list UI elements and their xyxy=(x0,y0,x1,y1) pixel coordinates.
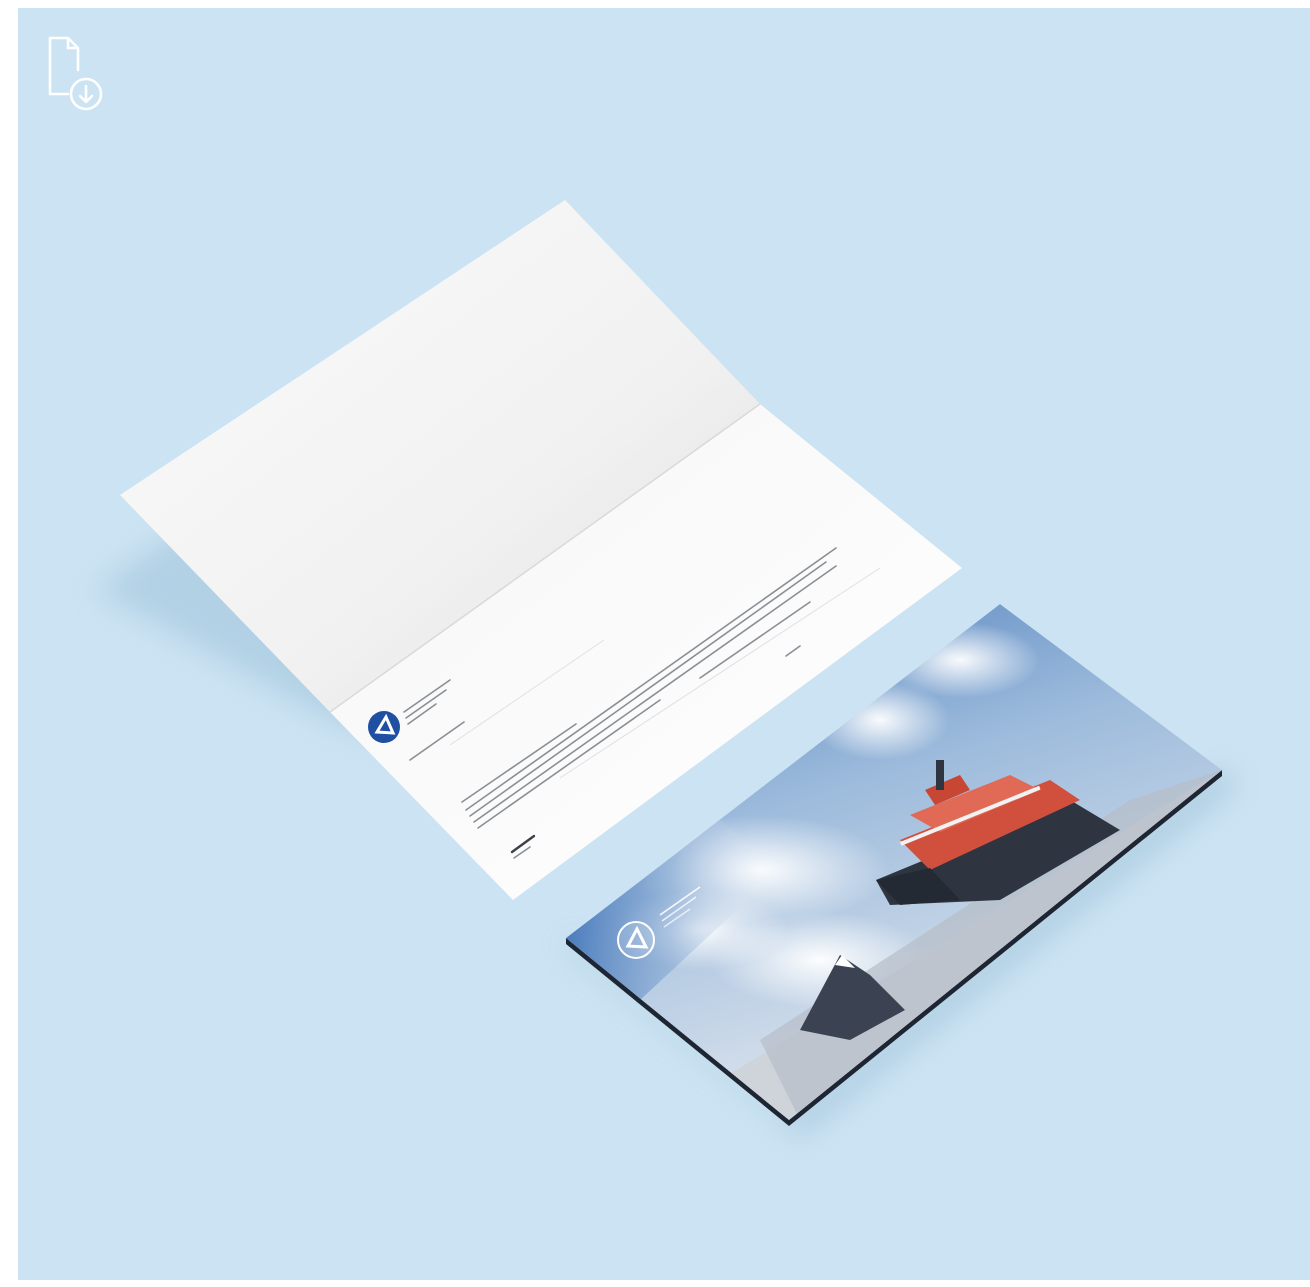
page xyxy=(0,0,1310,1287)
letter-logo xyxy=(368,711,400,743)
mockup-scene xyxy=(95,200,1235,1135)
